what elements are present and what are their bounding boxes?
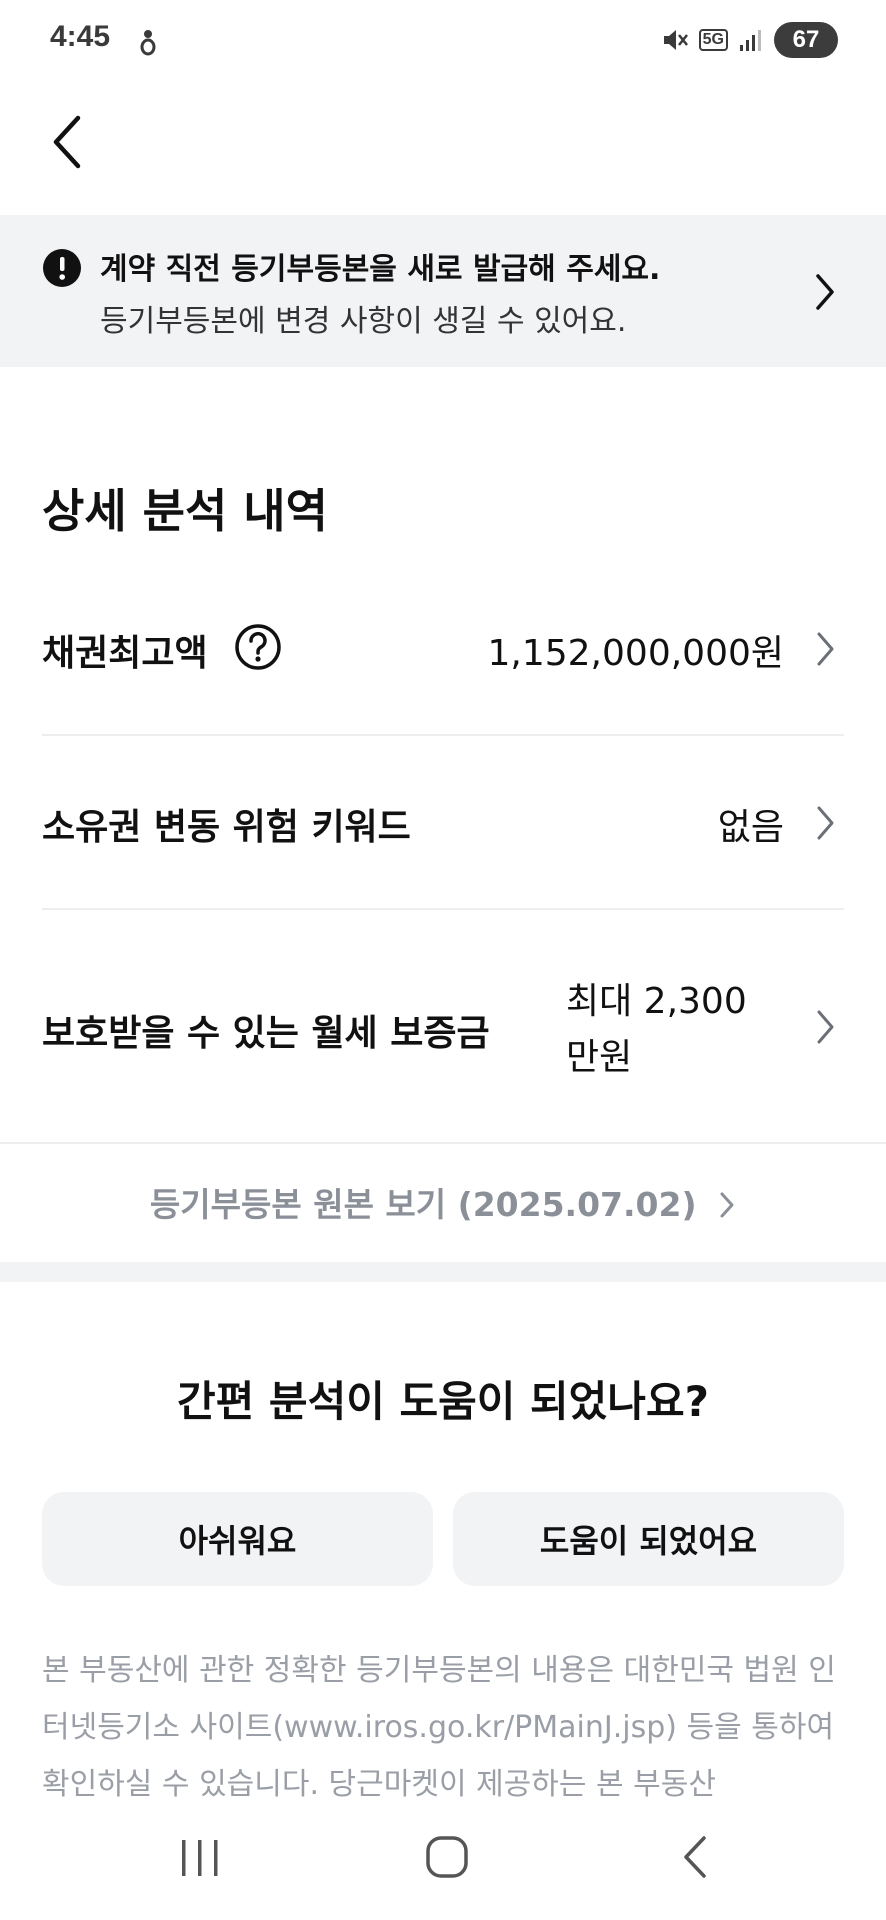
battery-badge: 67 [774,22,838,58]
help-circle-icon[interactable] [233,622,283,672]
accessibility-icon [140,30,156,56]
divider [42,908,844,910]
section-separator [0,1262,886,1282]
row-value-protected-deposit: 최대 2,300 만원 [566,974,747,1086]
chevron-right-icon [720,1192,734,1218]
recent-apps-icon[interactable] [178,1836,222,1880]
back-nav-icon[interactable] [680,1834,710,1880]
feedback-question: 간편 분석이 도움이 되었나요? [177,1377,709,1426]
row-label-max-claim: 채권최고액 [42,633,208,674]
row-value-max-claim: 1,152,000,000원 [487,633,785,674]
mute-icon [663,30,688,50]
status-icons: 5G 67 [661,22,838,58]
back-arrow-icon[interactable] [46,112,86,172]
divider [42,734,844,736]
row-value-line-2: 만원 [566,1037,633,1078]
chevron-right-icon [817,632,834,666]
row-label-protected-deposit: 보호받을 수 있는 월세 보증금 [42,1013,490,1054]
banner-title: 계약 직전 등기부등본을 새로 발급해 주세요. [100,252,661,287]
alert-circle-icon [43,249,81,287]
row-label-ownership-risk: 소유권 변동 위험 키워드 [42,807,411,848]
section-title: 상세 분석 내역 [42,484,328,538]
network-5g-icon: 5G [698,29,728,51]
original-document-link-label: 등기부등본 원본 보기 (2025.07.02) [149,1185,697,1224]
chevron-right-icon [816,274,834,310]
row-value-line-1: 최대 2,300 [566,981,747,1022]
banner-subtitle: 등기부등본에 변경 사항이 생길 수 있어요. [100,304,627,339]
original-document-link[interactable]: 등기부등본 원본 보기 (2025.07.02) [0,1178,886,1226]
home-icon[interactable] [424,1834,470,1880]
signal-icon [740,30,761,51]
feedback-negative-button[interactable]: 아쉬워요 [42,1492,433,1586]
row-value-ownership-risk: 없음 [717,807,784,848]
notice-banner[interactable] [0,215,886,367]
chevron-right-icon [817,1010,834,1044]
disclaimer-text: 본 부동산에 관한 정확한 등기부등본의 내용은 대한민국 법원 인터넷등기소 … [42,1653,836,1802]
chevron-right-icon [817,806,834,840]
feedback-positive-button[interactable]: 도움이 되었어요 [453,1492,844,1586]
divider [0,1142,886,1144]
status-time: 4:45 [50,20,111,53]
